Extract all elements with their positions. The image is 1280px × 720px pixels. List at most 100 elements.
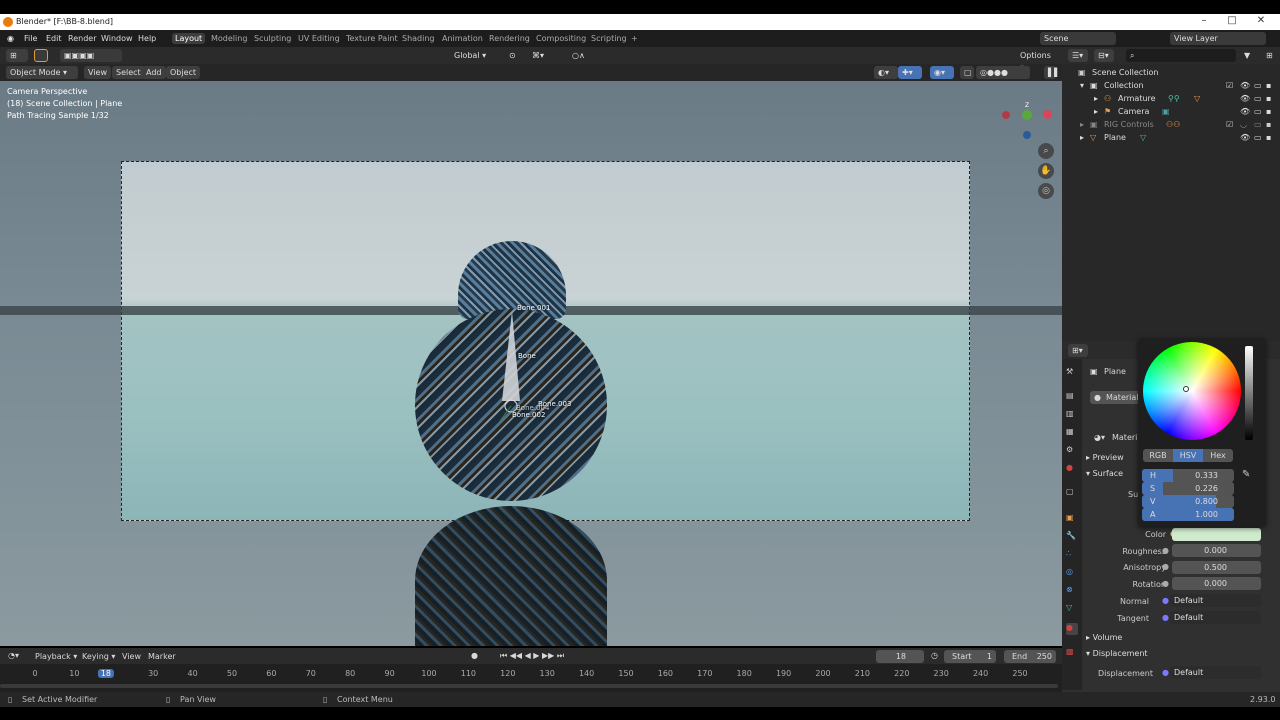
transform-orientation[interactable]: Global ▾ bbox=[450, 49, 502, 62]
eye-icon[interactable]: 👁 bbox=[1240, 94, 1250, 103]
xray-icon[interactable]: ▢ bbox=[960, 66, 974, 79]
tab-uv-editing[interactable]: UV Editing bbox=[298, 34, 340, 43]
clock-icon[interactable]: ◷ bbox=[931, 651, 938, 660]
render-tab-icon[interactable]: ▤ bbox=[1066, 391, 1078, 403]
zoom-icon[interactable]: ⌕ bbox=[1038, 143, 1054, 159]
playback-controls[interactable]: ⏮ ◀◀ ◀ ▶ ▶▶ ⏭ bbox=[500, 651, 564, 661]
monitor-icon[interactable]: ▭ bbox=[1254, 94, 1262, 103]
material-datablock[interactable]: ◕▾ Materi bbox=[1090, 431, 1140, 444]
object-tab-icon[interactable]: ▣ bbox=[1066, 513, 1078, 525]
tab-sculpting[interactable]: Sculpting bbox=[254, 34, 291, 43]
3d-viewport[interactable]: Camera Perspective (18) Scene Collection… bbox=[0, 81, 1062, 646]
overlay-toggle-icon[interactable]: ◉▾ bbox=[930, 66, 954, 79]
monitor-icon[interactable]: ▭ bbox=[1254, 81, 1262, 90]
mode-hex-tab[interactable]: Hex bbox=[1203, 451, 1233, 460]
monitor-icon[interactable]: ▭ bbox=[1254, 133, 1262, 142]
view-menu-timeline[interactable]: View bbox=[122, 652, 141, 661]
constraints-tab-icon[interactable]: ⊗ bbox=[1066, 585, 1078, 597]
collection-tab-icon[interactable]: ▢ bbox=[1066, 487, 1078, 499]
view-layer-selector[interactable]: View Layer bbox=[1170, 32, 1266, 45]
outliner-item[interactable]: ▾ ▣ Collection ☑ 👁 ▭ ▪ bbox=[1062, 79, 1280, 92]
data-tab-icon[interactable]: ▽ bbox=[1066, 603, 1078, 615]
camera-render-icon[interactable]: ▪ bbox=[1266, 120, 1271, 129]
tab-compositing[interactable]: Compositing bbox=[536, 34, 586, 43]
displacement-field[interactable]: Default bbox=[1170, 666, 1261, 679]
gizmo-neg-z-icon[interactable] bbox=[1023, 131, 1031, 139]
color-wheel-cursor[interactable] bbox=[1183, 386, 1189, 392]
proportional-edit-icon[interactable]: ○∧ bbox=[568, 49, 596, 62]
panel-surface[interactable]: ▾ Surface bbox=[1086, 469, 1123, 478]
close-icon[interactable]: ✕ bbox=[1250, 15, 1272, 26]
visibility-icon[interactable]: ◐▾ bbox=[874, 66, 898, 79]
expand-arrow-icon[interactable]: ▸ bbox=[1094, 107, 1098, 116]
options-button[interactable]: Options ▾ bbox=[1016, 49, 1056, 71]
view-layer-tab-icon[interactable]: ▦ bbox=[1066, 427, 1078, 439]
outliner-item[interactable]: ▸ ⚇ Armature ⚲⚲ ▽ 👁 ▭ ▪ bbox=[1062, 92, 1280, 105]
menu-edit[interactable]: Edit bbox=[46, 34, 62, 43]
display-mode-icon[interactable]: ⊟▾ bbox=[1094, 49, 1114, 62]
outliner-search-input[interactable]: ⌕ bbox=[1126, 49, 1236, 62]
tangent-field[interactable]: Default bbox=[1170, 611, 1261, 624]
material-slot-item[interactable]: ● Material bbox=[1090, 391, 1140, 404]
alpha-field[interactable]: A 1.000 bbox=[1142, 508, 1234, 521]
timeline-editor-icon[interactable]: ◔▾ bbox=[8, 651, 19, 660]
eye-icon[interactable]: 👁 bbox=[1240, 81, 1250, 90]
panel-displacement[interactable]: ▾ Displacement bbox=[1086, 649, 1148, 658]
editor-type-icon[interactable]: ⊞ bbox=[6, 49, 28, 62]
texture-tab-icon[interactable]: ▩ bbox=[1066, 647, 1078, 659]
shading-mode-icons[interactable]: ◎●●● bbox=[976, 66, 1030, 79]
tab-animation[interactable]: Animation bbox=[442, 34, 483, 43]
normal-field[interactable]: Default bbox=[1170, 594, 1261, 607]
tool-tab-icon[interactable]: ⚒ bbox=[1066, 367, 1078, 379]
filter-icon[interactable]: ▼ bbox=[1240, 49, 1258, 62]
anisotropy-field[interactable]: 0.500 bbox=[1172, 561, 1261, 574]
eye-icon[interactable]: 👁 bbox=[1240, 133, 1250, 142]
eye-off-icon[interactable]: ◡ bbox=[1240, 120, 1247, 129]
outliner-item[interactable]: ▸ ▽ Plane ▽ 👁 ▭ ▪ bbox=[1062, 131, 1280, 144]
camera-render-icon[interactable]: ▪ bbox=[1266, 133, 1271, 142]
rotation-field[interactable]: 0.000 bbox=[1172, 577, 1261, 590]
modifier-tab-icon[interactable]: 🔧 bbox=[1066, 531, 1078, 543]
expand-arrow-icon[interactable]: ▾ bbox=[1080, 81, 1084, 90]
start-frame-field[interactable]: Start 1 bbox=[944, 650, 996, 663]
outliner-item[interactable]: ▸ ▣ RIG Controls ⚇⚇ ☑ ◡ ▭ ▪ bbox=[1062, 118, 1280, 131]
blender-menu-icon[interactable]: ◉ bbox=[7, 34, 14, 43]
tab-layout[interactable]: Layout bbox=[172, 33, 206, 44]
add-menu[interactable]: Add bbox=[142, 66, 166, 79]
gizmo-x-icon[interactable] bbox=[1043, 110, 1052, 119]
tab-texture-paint[interactable]: Texture Paint bbox=[346, 34, 398, 43]
expand-arrow-icon[interactable]: ▸ bbox=[1080, 133, 1084, 142]
checkbox-icon[interactable]: ☑ bbox=[1226, 81, 1233, 90]
new-collection-icon[interactable]: ⊞ bbox=[1262, 49, 1276, 62]
outliner-root[interactable]: ▣ Scene Collection bbox=[1062, 66, 1280, 79]
monitor-icon[interactable]: ▭ bbox=[1254, 107, 1262, 116]
menu-render[interactable]: Render bbox=[68, 34, 96, 43]
outliner-item[interactable]: ▸ ⚑ Camera ▣ 👁 ▭ ▪ bbox=[1062, 105, 1280, 118]
timeline-ruler[interactable]: 0 10 18 30 40 50 60 70 80 90 100 110 120 130 140 150 160… bbox=[0, 664, 1062, 692]
camera-render-icon[interactable]: ▪ bbox=[1266, 81, 1271, 90]
pause-render-icon[interactable]: ▌▌ bbox=[1044, 66, 1060, 79]
record-icon[interactable]: ● bbox=[471, 651, 478, 660]
current-frame-field[interactable]: 18 bbox=[876, 650, 924, 663]
pivot-icon[interactable]: ⊙ bbox=[505, 49, 525, 62]
selection-mode-icons[interactable]: ▣▣▣▣ bbox=[60, 49, 122, 62]
material-tab-icon[interactable]: ● bbox=[1066, 623, 1078, 635]
eye-icon[interactable]: 👁 bbox=[1240, 107, 1250, 116]
menu-window[interactable]: Window bbox=[101, 34, 133, 43]
expand-arrow-icon[interactable]: ▸ bbox=[1080, 120, 1084, 129]
roughness-field[interactable]: 0.000 bbox=[1172, 544, 1261, 557]
playback-menu[interactable]: Playback ▾ bbox=[35, 652, 77, 661]
hue-field[interactable]: H 0.333 bbox=[1142, 469, 1234, 482]
gizmo-neg-x-icon[interactable] bbox=[1002, 111, 1010, 119]
monitor-icon[interactable]: ▭ bbox=[1254, 120, 1262, 129]
properties-editor-icon[interactable]: ⊞▾ bbox=[1068, 344, 1088, 357]
particles-tab-icon[interactable]: ∴ bbox=[1066, 549, 1078, 561]
select-tool-icon[interactable] bbox=[34, 49, 48, 62]
scene-selector[interactable]: Scene bbox=[1040, 32, 1116, 45]
scene-tab-icon[interactable]: ⚙ bbox=[1066, 445, 1078, 457]
minimize-icon[interactable]: – bbox=[1193, 15, 1215, 26]
snap-icon[interactable]: ⌘▾ bbox=[528, 49, 564, 62]
timeline-scrollbar[interactable] bbox=[0, 684, 1058, 688]
maximize-icon[interactable]: □ bbox=[1221, 15, 1243, 26]
menu-file[interactable]: File bbox=[24, 34, 37, 43]
